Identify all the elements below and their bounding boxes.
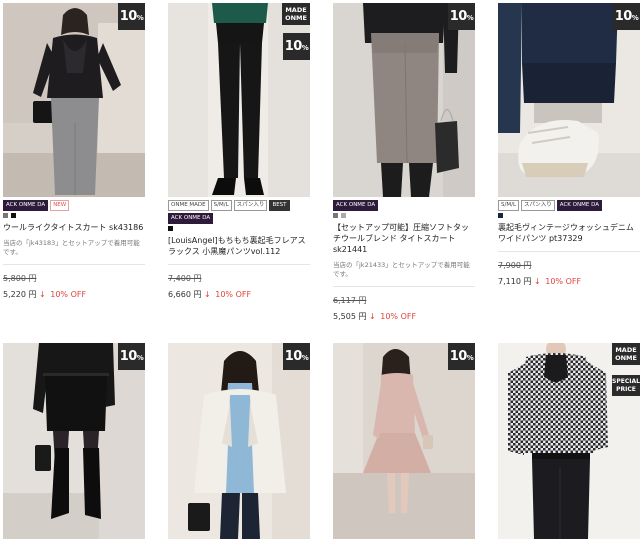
- color-swatch: [333, 213, 338, 218]
- product-photo: [333, 343, 475, 539]
- down-arrow-icon: ↓: [369, 312, 376, 321]
- product-tags: ACK ONME DA: [168, 212, 310, 224]
- sale-price-row: 5,220 円 ↓ 10% OFF: [3, 289, 145, 300]
- product-photo: [333, 3, 475, 197]
- made-badge: MADE ONME: [612, 343, 640, 365]
- product-photo: [498, 3, 640, 197]
- tag: ACK ONME DA: [333, 199, 379, 211]
- product-note: 当店の「jk21433」とセットアップで着用可能です。: [333, 261, 470, 278]
- tag: S/M/L: [210, 199, 232, 211]
- product-name[interactable]: 【セットアップ可能】圧縮ソフトタッチウールブレンド タイトスカート sk2144…: [333, 222, 475, 255]
- product-image[interactable]: 10%: [498, 3, 640, 197]
- sale-price: 5,505 円: [333, 312, 367, 321]
- product-name[interactable]: ウールライクタイトスカート sk43186: [3, 222, 145, 233]
- color-swatch: [168, 226, 173, 231]
- special-price-badge: SPECIAL PRICE: [612, 375, 640, 396]
- original-price: 7,400 円: [168, 274, 202, 283]
- discount-badge: 10%: [283, 33, 310, 60]
- discount-badge: 10%: [613, 3, 640, 30]
- product-card[interactable]: 10% ACK ONME DA 【セットアップ可能】圧縮ソフトタッチウールブレン…: [333, 3, 475, 322]
- tag: S/M/L: [498, 199, 520, 211]
- product-card[interactable]: 10% ACK ONME DA NEW ウールライクタイトスカート sk4318…: [3, 3, 145, 300]
- discount-label: 10% OFF: [545, 277, 582, 286]
- sale-price-row: 6,660 円 ↓ 10% OFF: [168, 289, 310, 300]
- sale-price-row: 5,505 円 ↓ 10% OFF: [333, 311, 475, 322]
- best-tag: BEST: [269, 199, 290, 211]
- product-image[interactable]: MADE ONME 10%: [168, 3, 310, 197]
- product-card[interactable]: 10%: [168, 343, 310, 539]
- product-photo: [3, 343, 145, 539]
- color-swatch: [3, 213, 8, 218]
- original-price: 6,117 円: [333, 296, 367, 305]
- divider: [333, 286, 475, 287]
- discount-label: 10% OFF: [215, 290, 252, 299]
- product-image[interactable]: 10%: [3, 3, 145, 197]
- divider: [498, 251, 640, 252]
- tag: スパン入り: [521, 199, 555, 211]
- divider: [3, 264, 145, 265]
- down-arrow-icon: ↓: [39, 290, 46, 299]
- product-tags: ACK ONME DA: [333, 199, 475, 211]
- product-name[interactable]: 裏起毛ヴィンテージウォッシュデニムワイドパンツ pt37329: [498, 222, 640, 244]
- product-note: 当店の「jk43183」とセットアップで着用可能です。: [3, 239, 140, 256]
- tag: ACK ONME DA: [3, 199, 49, 211]
- product-photo: [168, 343, 310, 539]
- tag: ACK ONME DA: [556, 199, 602, 211]
- sale-price: 6,660 円: [168, 290, 202, 299]
- sale-price: 7,110 円: [498, 277, 532, 286]
- sale-price: 5,220 円: [3, 290, 37, 299]
- product-tags: ACK ONME DA NEW: [3, 199, 145, 211]
- discount-badge: 10%: [448, 3, 475, 30]
- product-name[interactable]: [LouisAngel]もちもち裏起毛フレアスラックス 小黒魔パンツvol.11…: [168, 235, 310, 257]
- product-card[interactable]: 10%: [3, 343, 145, 539]
- color-swatches: [333, 212, 475, 219]
- product-image[interactable]: 10%: [333, 343, 475, 539]
- product-photo: [498, 343, 640, 539]
- original-price: 7,900 円: [498, 261, 532, 270]
- tag: スパン入り: [233, 199, 268, 211]
- tag: ACK ONME DA: [168, 212, 214, 224]
- product-card[interactable]: MADE ONME SPECIAL PRICE: [498, 343, 640, 539]
- color-swatches: [168, 225, 310, 232]
- product-tags: S/M/L スパン入り ACK ONME DA: [498, 199, 640, 211]
- product-card[interactable]: 10% S/M/L スパン入り ACK ONME DA 裏起毛ヴィンテージウォッ…: [498, 3, 640, 287]
- discount-badge: 10%: [448, 343, 475, 370]
- sale-price-row: 7,110 円 ↓ 10% OFF: [498, 276, 640, 287]
- discount-badge: 10%: [118, 3, 145, 30]
- discount-badge: 10%: [118, 343, 145, 370]
- new-tag: NEW: [50, 199, 70, 211]
- product-card[interactable]: 10%: [333, 343, 475, 539]
- color-swatches: [3, 212, 145, 219]
- product-tags: ONME MADE S/M/L スパン入り BEST: [168, 199, 310, 211]
- tag: ONME MADE: [168, 199, 209, 211]
- color-swatch: [341, 213, 346, 218]
- down-arrow-icon: ↓: [534, 277, 541, 286]
- product-image[interactable]: 10%: [333, 3, 475, 197]
- product-image[interactable]: 10%: [168, 343, 310, 539]
- product-image[interactable]: MADE ONME SPECIAL PRICE: [498, 343, 640, 539]
- made-badge: MADE ONME: [282, 3, 310, 25]
- discount-label: 10% OFF: [50, 290, 87, 299]
- color-swatches: [498, 212, 640, 219]
- product-card[interactable]: MADE ONME 10% ONME MADE S/M/L スパン入り BEST…: [168, 3, 310, 300]
- divider: [168, 264, 310, 265]
- color-swatch: [498, 213, 503, 218]
- discount-label: 10% OFF: [380, 312, 417, 321]
- down-arrow-icon: ↓: [204, 290, 211, 299]
- product-photo: [3, 3, 145, 197]
- color-swatch: [11, 213, 16, 218]
- original-price: 5,800 円: [3, 274, 37, 283]
- product-image[interactable]: 10%: [3, 343, 145, 539]
- discount-badge: 10%: [283, 343, 310, 370]
